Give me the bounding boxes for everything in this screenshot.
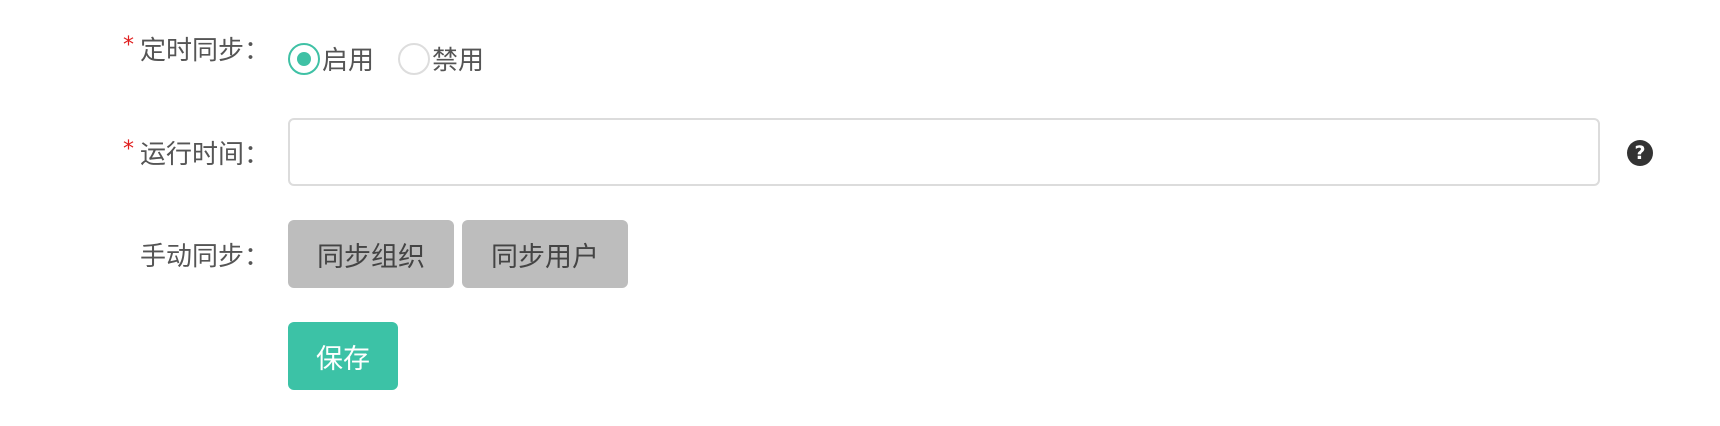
- radio-disable-circle[interactable]: [398, 42, 431, 75]
- scheduled-sync-label: * 定时同步：: [123, 30, 270, 67]
- radio-disable[interactable]: 禁用: [398, 40, 484, 77]
- radio-enable-circle[interactable]: [288, 42, 320, 75]
- save-button[interactable]: 保存: [288, 322, 398, 390]
- save-row: 保存: [0, 322, 1720, 392]
- manual-sync-label: 手动同步：: [140, 236, 270, 273]
- run-time-label-text: 运行时间：: [139, 140, 270, 170]
- sync-organization-button[interactable]: 同步组织: [288, 220, 454, 288]
- run-time-input[interactable]: [288, 118, 1600, 186]
- run-time-row: * 运行时间： ?: [0, 118, 1720, 188]
- scheduled-sync-radio-group: 启用 禁用: [288, 40, 508, 77]
- radio-enable[interactable]: 启用: [288, 40, 374, 77]
- radio-disable-label: 禁用: [432, 46, 485, 76]
- required-mark: *: [122, 137, 134, 162]
- manual-sync-label-text: 手动同步：: [139, 242, 270, 272]
- scheduled-sync-row: * 定时同步： 启用 禁用: [0, 28, 1720, 88]
- radio-enable-label: 启用: [322, 46, 375, 76]
- run-time-label: * 运行时间：: [123, 134, 270, 171]
- required-mark: *: [122, 33, 134, 58]
- scheduled-sync-label-text: 定时同步：: [139, 36, 270, 66]
- manual-sync-row: 手动同步： 同步组织 同步用户: [0, 220, 1720, 290]
- sync-users-button[interactable]: 同步用户: [462, 220, 628, 288]
- question-circle-icon[interactable]: ?: [1627, 140, 1653, 166]
- sync-settings-form: * 定时同步： 启用 禁用 * 运行时间： ? 手动同步： 同步组织 同步用户: [0, 0, 1720, 426]
